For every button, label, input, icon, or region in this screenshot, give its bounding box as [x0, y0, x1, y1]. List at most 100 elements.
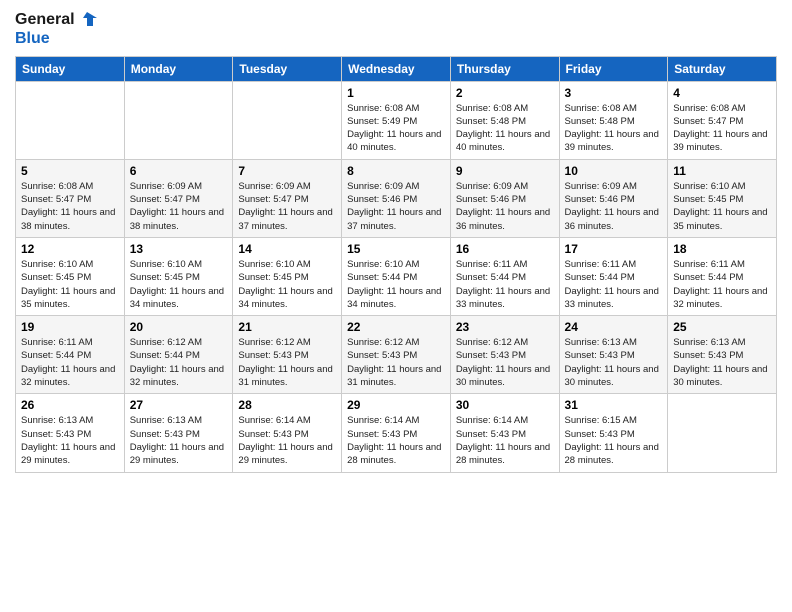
weekday-header-wednesday: Wednesday	[342, 56, 451, 81]
calendar-cell: 18 Sunrise: 6:11 AM Sunset: 5:44 PM Dayli…	[668, 237, 777, 315]
day-number: 3	[565, 86, 663, 100]
calendar-cell	[668, 394, 777, 472]
day-number: 7	[238, 164, 336, 178]
day-number: 12	[21, 242, 119, 256]
week-row-2: 5 Sunrise: 6:08 AM Sunset: 5:47 PM Daylig…	[16, 159, 777, 237]
logo: General Blue	[15, 10, 99, 48]
logo-bird-icon	[77, 10, 99, 30]
day-number: 1	[347, 86, 445, 100]
day-number: 14	[238, 242, 336, 256]
day-info: Sunrise: 6:10 AM Sunset: 5:45 PM Dayligh…	[673, 180, 771, 233]
weekday-header-friday: Friday	[559, 56, 668, 81]
day-number: 21	[238, 320, 336, 334]
day-number: 8	[347, 164, 445, 178]
day-info: Sunrise: 6:08 AM Sunset: 5:47 PM Dayligh…	[21, 180, 119, 233]
day-info: Sunrise: 6:09 AM Sunset: 5:47 PM Dayligh…	[130, 180, 228, 233]
day-number: 22	[347, 320, 445, 334]
header: General Blue	[15, 10, 777, 48]
day-number: 17	[565, 242, 663, 256]
calendar-cell: 13Sunrise: 6:10 AM Sunset: 5:45 PM Dayli…	[124, 237, 233, 315]
day-info: Sunrise: 6:14 AM Sunset: 5:43 PM Dayligh…	[456, 414, 554, 467]
calendar-cell: 22Sunrise: 6:12 AM Sunset: 5:43 PM Dayli…	[342, 316, 451, 394]
day-number: 31	[565, 398, 663, 412]
weekday-header-sunday: Sunday	[16, 56, 125, 81]
day-number: 26	[21, 398, 119, 412]
day-info: Sunrise: 6:11 AM Sunset: 5:44 PM Dayligh…	[21, 336, 119, 389]
calendar-cell: 12 Sunrise: 6:10 AM Sunset: 5:45 PM Dayli…	[16, 237, 125, 315]
day-info: Sunrise: 6:08 AM Sunset: 5:47 PM Dayligh…	[673, 102, 771, 155]
calendar-table: SundayMondayTuesdayWednesdayThursdayFrid…	[15, 56, 777, 473]
weekday-header-tuesday: Tuesday	[233, 56, 342, 81]
day-number: 11	[673, 164, 771, 178]
day-info: Sunrise: 6:13 AM Sunset: 5:43 PM Dayligh…	[130, 414, 228, 467]
calendar-cell: 1 Sunrise: 6:08 AM Sunset: 5:49 PM Daylig…	[342, 81, 451, 159]
calendar-body: 1 Sunrise: 6:08 AM Sunset: 5:49 PM Daylig…	[16, 81, 777, 472]
day-number: 19	[21, 320, 119, 334]
day-info: Sunrise: 6:13 AM Sunset: 5:43 PM Dayligh…	[673, 336, 771, 389]
day-number: 29	[347, 398, 445, 412]
day-number: 25	[673, 320, 771, 334]
day-number: 13	[130, 242, 228, 256]
day-info: Sunrise: 6:08 AM Sunset: 5:49 PM Dayligh…	[347, 102, 445, 155]
calendar-cell: 16 Sunrise: 6:11 AM Sunset: 5:44 PM Dayli…	[450, 237, 559, 315]
day-info: Sunrise: 6:11 AM Sunset: 5:44 PM Dayligh…	[456, 258, 554, 311]
day-number: 4	[673, 86, 771, 100]
calendar-cell	[233, 81, 342, 159]
day-info: Sunrise: 6:12 AM Sunset: 5:43 PM Dayligh…	[456, 336, 554, 389]
calendar-cell	[124, 81, 233, 159]
page: General Blue SundayMondayTuesdayWednesda…	[0, 0, 792, 612]
day-number: 18	[673, 242, 771, 256]
calendar-cell: 14 Sunrise: 6:10 AM Sunset: 5:45 PM Dayli…	[233, 237, 342, 315]
calendar-cell: 8 Sunrise: 6:09 AM Sunset: 5:46 PM Daylig…	[342, 159, 451, 237]
logo-blue: Blue	[15, 30, 50, 48]
calendar-cell	[16, 81, 125, 159]
weekday-header-saturday: Saturday	[668, 56, 777, 81]
day-number: 23	[456, 320, 554, 334]
calendar-cell: 20Sunrise: 6:12 AM Sunset: 5:44 PM Dayli…	[124, 316, 233, 394]
day-info: Sunrise: 6:14 AM Sunset: 5:43 PM Dayligh…	[238, 414, 336, 467]
calendar-cell: 5 Sunrise: 6:08 AM Sunset: 5:47 PM Daylig…	[16, 159, 125, 237]
calendar-cell: 11 Sunrise: 6:10 AM Sunset: 5:45 PM Dayli…	[668, 159, 777, 237]
week-row-4: 19 Sunrise: 6:11 AM Sunset: 5:44 PM Dayli…	[16, 316, 777, 394]
weekday-header-thursday: Thursday	[450, 56, 559, 81]
calendar-cell: 9 Sunrise: 6:09 AM Sunset: 5:46 PM Daylig…	[450, 159, 559, 237]
day-info: Sunrise: 6:11 AM Sunset: 5:44 PM Dayligh…	[673, 258, 771, 311]
day-info: Sunrise: 6:15 AM Sunset: 5:43 PM Dayligh…	[565, 414, 663, 467]
day-info: Sunrise: 6:10 AM Sunset: 5:45 PM Dayligh…	[238, 258, 336, 311]
calendar-cell: 26 Sunrise: 6:13 AM Sunset: 5:43 PM Dayli…	[16, 394, 125, 472]
day-number: 16	[456, 242, 554, 256]
day-info: Sunrise: 6:09 AM Sunset: 5:46 PM Dayligh…	[565, 180, 663, 233]
day-info: Sunrise: 6:09 AM Sunset: 5:47 PM Dayligh…	[238, 180, 336, 233]
day-number: 28	[238, 398, 336, 412]
day-number: 2	[456, 86, 554, 100]
calendar-cell: 24Sunrise: 6:13 AM Sunset: 5:43 PM Dayli…	[559, 316, 668, 394]
day-number: 27	[130, 398, 228, 412]
day-number: 6	[130, 164, 228, 178]
calendar-cell: 6 Sunrise: 6:09 AM Sunset: 5:47 PM Daylig…	[124, 159, 233, 237]
calendar-cell: 21 Sunrise: 6:12 AM Sunset: 5:43 PM Dayli…	[233, 316, 342, 394]
calendar-cell: 7 Sunrise: 6:09 AM Sunset: 5:47 PM Daylig…	[233, 159, 342, 237]
calendar-cell: 30Sunrise: 6:14 AM Sunset: 5:43 PM Dayli…	[450, 394, 559, 472]
day-info: Sunrise: 6:12 AM Sunset: 5:43 PM Dayligh…	[238, 336, 336, 389]
calendar-cell: 23 Sunrise: 6:12 AM Sunset: 5:43 PM Dayli…	[450, 316, 559, 394]
calendar-cell: 31 Sunrise: 6:15 AM Sunset: 5:43 PM Dayli…	[559, 394, 668, 472]
day-number: 9	[456, 164, 554, 178]
day-info: Sunrise: 6:13 AM Sunset: 5:43 PM Dayligh…	[21, 414, 119, 467]
day-number: 10	[565, 164, 663, 178]
day-info: Sunrise: 6:13 AM Sunset: 5:43 PM Dayligh…	[565, 336, 663, 389]
week-row-1: 1 Sunrise: 6:08 AM Sunset: 5:49 PM Daylig…	[16, 81, 777, 159]
day-info: Sunrise: 6:14 AM Sunset: 5:43 PM Dayligh…	[347, 414, 445, 467]
day-info: Sunrise: 6:09 AM Sunset: 5:46 PM Dayligh…	[347, 180, 445, 233]
calendar-cell: 3 Sunrise: 6:08 AM Sunset: 5:48 PM Daylig…	[559, 81, 668, 159]
day-info: Sunrise: 6:09 AM Sunset: 5:46 PM Dayligh…	[456, 180, 554, 233]
day-number: 20	[130, 320, 228, 334]
calendar-cell: 15Sunrise: 6:10 AM Sunset: 5:44 PM Dayli…	[342, 237, 451, 315]
calendar-cell: 10 Sunrise: 6:09 AM Sunset: 5:46 PM Dayli…	[559, 159, 668, 237]
calendar-cell: 28 Sunrise: 6:14 AM Sunset: 5:43 PM Dayli…	[233, 394, 342, 472]
day-number: 5	[21, 164, 119, 178]
day-info: Sunrise: 6:08 AM Sunset: 5:48 PM Dayligh…	[565, 102, 663, 155]
logo-general: General	[15, 11, 75, 29]
weekday-header-monday: Monday	[124, 56, 233, 81]
calendar-cell: 25 Sunrise: 6:13 AM Sunset: 5:43 PM Dayli…	[668, 316, 777, 394]
day-info: Sunrise: 6:10 AM Sunset: 5:45 PM Dayligh…	[21, 258, 119, 311]
